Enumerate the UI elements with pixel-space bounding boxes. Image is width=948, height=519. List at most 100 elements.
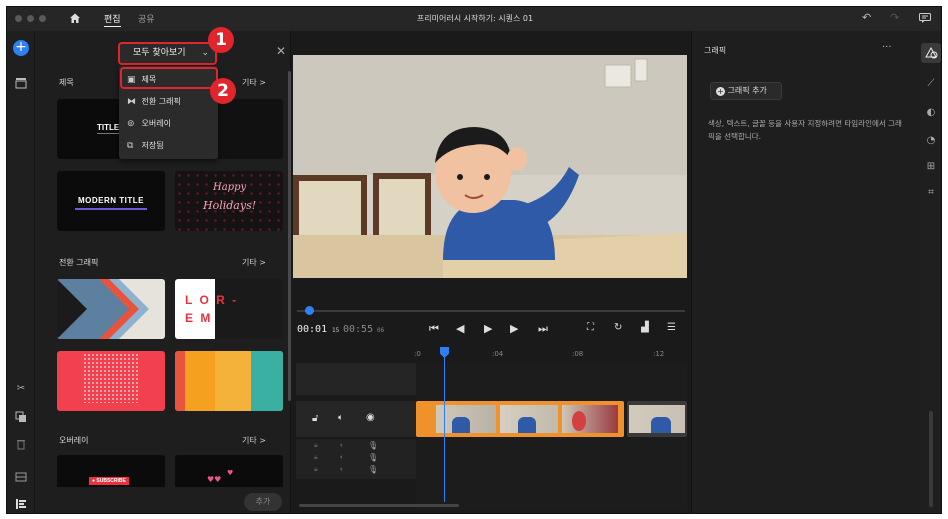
- lorem-line-2: E M: [185, 311, 213, 325]
- right-toolbar: ⟋ ◐ ◔ ⊞ ⌗: [919, 31, 941, 513]
- timeline-scrollbar[interactable]: [299, 504, 459, 507]
- happy-holidays-thumb[interactable]: Happy Holidays!: [175, 171, 283, 231]
- audio-icon[interactable]: ⊞: [925, 161, 937, 173]
- microphone-icon-2[interactable]: 🎙︎: [368, 453, 378, 462]
- scrubber-handle[interactable]: [305, 306, 314, 315]
- transform-crop-icon[interactable]: ⌗: [925, 187, 937, 199]
- loop-icon[interactable]: ↻: [614, 322, 622, 333]
- speaker-icon[interactable]: 🔈︎: [338, 413, 343, 423]
- transitions-icon[interactable]: ⟋: [925, 78, 937, 90]
- audio-lock-icon-3[interactable]: 🔒︎: [314, 465, 318, 474]
- redo-icon[interactable]: ↷: [890, 11, 899, 24]
- add-media-button[interactable]: +: [13, 40, 29, 56]
- video-preview[interactable]: [293, 55, 687, 278]
- lorem-transition-thumb[interactable]: L O R - E M: [175, 279, 283, 339]
- step-forward-icon[interactable]: ▶︎: [510, 322, 518, 335]
- ruler-mark-0: :0: [414, 350, 421, 358]
- title-bar: 편집 공유 프리미어러시 시작하기: 시퀀스 01 ↶ ↷: [7, 7, 941, 31]
- happy-text: Happy: [213, 182, 247, 193]
- color-block-transition-thumb[interactable]: [175, 351, 283, 411]
- ruler-mark-12: :12: [653, 350, 665, 358]
- add-button[interactable]: 추가: [244, 493, 282, 511]
- go-to-end-icon[interactable]: ⏭: [538, 322, 548, 336]
- play-icon[interactable]: ▶︎: [484, 322, 492, 335]
- more-titles-link[interactable]: 기타 >: [242, 77, 266, 88]
- color-icon[interactable]: ◐: [925, 107, 937, 119]
- microphone-icon[interactable]: 🎙︎: [368, 441, 378, 450]
- duration-frames: 06: [377, 327, 385, 334]
- go-to-start-icon[interactable]: ⏮: [429, 322, 439, 336]
- track-header-video: 🔓︎ 🔈︎ ◉: [296, 401, 416, 437]
- media-library-icon[interactable]: [15, 77, 27, 89]
- timeline-tracks[interactable]: [416, 363, 687, 511]
- right-scrollbar[interactable]: [929, 411, 933, 507]
- graphics-shape-icon: [925, 46, 938, 59]
- section-title-transitions: 전환 그래픽: [59, 258, 99, 267]
- subscribe-overlay-thumb[interactable]: ● SUBSCRIBE: [57, 455, 165, 487]
- video-clip[interactable]: [627, 401, 687, 437]
- zoom-level-icon[interactable]: ▟: [641, 322, 649, 333]
- chevron-transition-thumb[interactable]: [57, 279, 165, 339]
- graphics-browse-panel: ✕ 제목 기타 > TITLE MODERN TITLE Happy Holid…: [35, 27, 291, 513]
- annotation-badge-1: 1: [208, 27, 234, 53]
- more-transitions-link[interactable]: 기타 >: [242, 257, 266, 268]
- overlay-icon: ⊚: [127, 119, 135, 129]
- ruler-mark-4: :04: [492, 350, 504, 358]
- close-icon[interactable]: ✕: [276, 44, 286, 58]
- menu-item-saved[interactable]: ⧉ 저장됨: [127, 139, 213, 153]
- current-time: 00:01: [297, 324, 328, 335]
- speed-icon[interactable]: ◔: [925, 135, 937, 147]
- section-title-titles: 제목: [59, 78, 74, 87]
- playhead-line[interactable]: [444, 352, 445, 502]
- microphone-icon-3[interactable]: 🎙︎: [368, 465, 378, 474]
- thumb-title-text: TITLE: [97, 123, 120, 132]
- ruler-mark-8: :08: [572, 350, 584, 358]
- video-clip-selected[interactable]: [416, 401, 624, 437]
- audio-lock-icon-2[interactable]: 🔒︎: [314, 453, 318, 462]
- trash-icon[interactable]: [15, 438, 27, 450]
- timeline-toggle-icon[interactable]: [15, 498, 27, 510]
- audio-speaker-icon[interactable]: 🔈︎: [340, 441, 344, 450]
- subscribe-text: ● SUBSCRIBE: [89, 477, 129, 485]
- menu-icon[interactable]: ☰: [667, 322, 676, 333]
- duplicate-icon[interactable]: [15, 411, 27, 423]
- panel-description: 색상, 텍스트, 글꼴 등을 사용자 지정하려면 타임라인에서 그래픽을 선택합…: [708, 119, 902, 141]
- audio-speaker-icon-2[interactable]: 🔈︎: [340, 453, 344, 462]
- undo-icon[interactable]: ↶: [862, 11, 871, 24]
- fullscreen-icon[interactable]: ⛶: [587, 322, 594, 333]
- annotation-box-2: [120, 67, 218, 89]
- duration-time: 00:55: [343, 324, 374, 335]
- lorem-line-1: L O R -: [185, 293, 239, 307]
- step-back-icon[interactable]: ◀︎: [456, 322, 464, 335]
- split-scissors-icon[interactable]: ✂: [15, 383, 27, 395]
- modern-title-thumb[interactable]: MODERN TITLE: [57, 171, 165, 231]
- dots-transition-thumb[interactable]: [57, 351, 165, 411]
- video-frame-child-image: [293, 55, 687, 278]
- menu-item-overlays[interactable]: ⊚ 오버레이: [127, 117, 213, 131]
- more-options-icon[interactable]: ···: [882, 42, 892, 53]
- track-settings-icon[interactable]: [15, 471, 27, 483]
- saved-icon: ⧉: [127, 141, 134, 151]
- current-frames: 15: [332, 327, 340, 334]
- transition-icon: ⧓: [127, 97, 136, 107]
- track-header-audio: 🔒︎ 🔒︎ 🔒︎ 🔈︎ 🔈︎ 🔈︎ 🎙︎ 🎙︎ 🎙︎: [296, 439, 416, 479]
- heart-icon: ♥♥: [207, 475, 222, 484]
- lock-icon[interactable]: 🔓︎: [312, 413, 318, 424]
- annotation-badge-2: 2: [210, 78, 236, 104]
- chat-feedback-icon[interactable]: [919, 13, 931, 24]
- more-overlays-link[interactable]: 기타 >: [242, 435, 266, 446]
- add-graphic-button[interactable]: + 그래픽 추가: [710, 82, 782, 100]
- menu-item-saved-label: 저장됨: [141, 141, 164, 150]
- add-graphic-label: 그래픽 추가: [727, 86, 767, 95]
- eye-icon[interactable]: ◉: [366, 412, 375, 423]
- modern-title-text: MODERN TITLE: [78, 196, 144, 205]
- audio-speaker-icon-3[interactable]: 🔈︎: [340, 465, 344, 474]
- hearts-overlay-thumb[interactable]: ♥♥ ♥: [175, 455, 283, 487]
- playback-scrubber[interactable]: [297, 310, 685, 312]
- graphics-tool-active[interactable]: [921, 43, 941, 63]
- graphics-properties-panel: 그래픽 ··· + 그래픽 추가 색상, 텍스트, 글꼴 등을 사용자 지정하려…: [691, 31, 919, 513]
- audio-lock-icon[interactable]: 🔒︎: [314, 441, 318, 450]
- plus-circle-icon: +: [716, 87, 725, 96]
- premiere-rush-window: 편집 공유 프리미어러시 시작하기: 시퀀스 01 ↶ ↷ + ✂ ✕ 제목 기…: [6, 6, 942, 514]
- menu-item-transitions[interactable]: ⧓ 전환 그래픽: [127, 95, 213, 109]
